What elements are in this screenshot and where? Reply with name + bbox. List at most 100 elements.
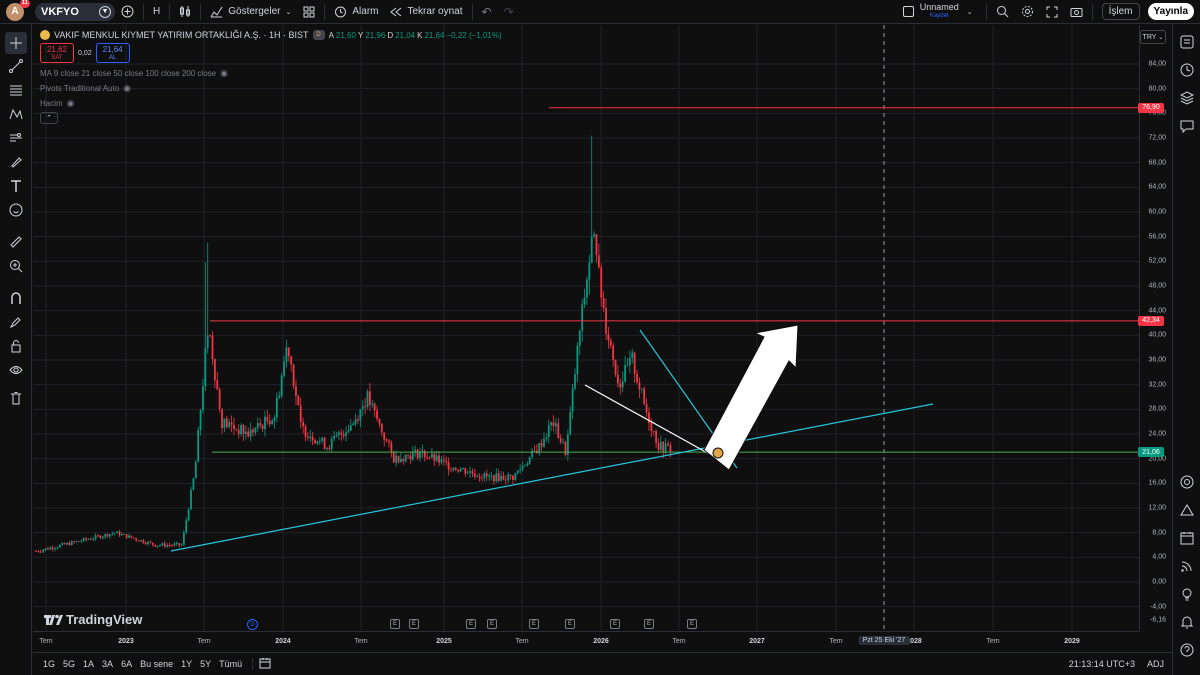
crosshair-tool[interactable] (5, 32, 27, 54)
indicator-ma[interactable]: MA 9 close 21 close 50 close 100 close 2… (40, 68, 502, 78)
snapshot-button[interactable] (1064, 0, 1089, 24)
eye-off-icon[interactable]: ◉ (123, 83, 131, 94)
eye-off-icon[interactable]: ◉ (67, 98, 75, 109)
earnings-event-marker[interactable]: E (644, 619, 654, 629)
keep-drawing-tool[interactable] (8, 314, 24, 330)
symbol-description: VAKIF MENKUL KIYMET YATIRIM ORTAKLIĞI A.… (54, 30, 309, 40)
settings-button[interactable] (1015, 0, 1040, 24)
publish-button[interactable]: Yayınla (1147, 3, 1194, 20)
earnings-event-marker[interactable]: E (529, 619, 539, 629)
candle-body (388, 440, 390, 443)
adjust-toggle[interactable]: ADJ (1147, 659, 1164, 669)
range-5y[interactable]: 5Y (196, 659, 215, 669)
tradingview-logo[interactable]: TradingView (43, 612, 142, 627)
range-5d[interactable]: 5G (59, 659, 79, 669)
time-axis[interactable]: Tem 2023 Tem 2024 Tem 2025 Tem 2026 Tem 2027 Tem 20… (33, 631, 1139, 651)
hotlist-button[interactable] (1179, 474, 1195, 490)
replay-button[interactable]: Tekrar oynat (384, 0, 468, 24)
widget-bar (1172, 24, 1200, 675)
price-axis[interactable]: 84,00 80,00 76,00 72,00 68,00 64,00 60,00 56,00… (1138, 25, 1172, 631)
indicators-button[interactable]: Göstergeler ⌄ (204, 0, 297, 24)
magnet-tool[interactable] (8, 290, 24, 306)
quick-search-button[interactable] (990, 0, 1015, 24)
text-tool[interactable] (8, 178, 24, 194)
candle-body (411, 452, 414, 460)
range-ytd[interactable]: Bu sene (136, 659, 177, 669)
sell-button[interactable]: 21,62 SAT (40, 43, 74, 63)
forecast-tool[interactable] (8, 130, 24, 146)
pine-editor-button[interactable] (1179, 586, 1195, 602)
notifications-button[interactable] (1179, 614, 1195, 630)
zoom-tool[interactable] (8, 258, 24, 274)
trendline-tool[interactable] (8, 58, 24, 74)
redo-button[interactable]: ↷ (498, 0, 520, 24)
date-range-button[interactable] (259, 657, 271, 672)
news-button[interactable] (1179, 558, 1195, 574)
fib-tool[interactable] (8, 82, 24, 98)
earnings-event-marker[interactable]: E (565, 619, 575, 629)
indicator-pivots[interactable]: Pivots Traditional Auto ◉ (40, 83, 502, 93)
object-tree-button[interactable] (1179, 90, 1195, 106)
dividend-badge[interactable]: D (312, 30, 325, 40)
undo-icon: ↶ (481, 4, 492, 19)
alarm-button[interactable]: Alarm (328, 0, 384, 24)
divider (471, 3, 473, 20)
layout-toggle[interactable] (897, 0, 920, 24)
user-avatar[interactable]: A 11 (6, 0, 30, 21)
icon-tool[interactable] (8, 202, 24, 218)
range-1y[interactable]: 1Y (177, 659, 196, 669)
earnings-event-marker[interactable]: E (466, 619, 476, 629)
range-6m[interactable]: 6A (117, 659, 136, 669)
earnings-event-marker[interactable]: E (487, 619, 497, 629)
compare-button[interactable] (115, 0, 140, 24)
lock-tool[interactable] (8, 338, 24, 354)
earnings-event-marker[interactable]: E (610, 619, 620, 629)
candle-body (178, 543, 180, 546)
candle-body (504, 479, 507, 481)
range-1m[interactable]: 1A (79, 659, 98, 669)
price-level-badge[interactable]: 76,90 (1138, 102, 1164, 113)
price-level-badge[interactable]: 42,34 (1138, 315, 1164, 326)
price-tick-label: 72,00 (1148, 134, 1166, 142)
interval-button[interactable]: H (147, 0, 166, 24)
chart-type-button[interactable] (173, 0, 197, 24)
eye-off-icon[interactable]: ◉ (220, 68, 228, 79)
range-1d[interactable]: 1G (39, 659, 59, 669)
collapse-legend-button[interactable]: ⌃ (40, 112, 58, 124)
pattern-tool[interactable] (8, 106, 24, 122)
range-3m[interactable]: 3A (98, 659, 117, 669)
chat-button[interactable] (1179, 118, 1195, 134)
clock-readout[interactable]: 21:13:14 UTC+3 (1069, 659, 1135, 669)
watchlist-button[interactable] (1179, 34, 1195, 50)
currency-button[interactable]: TRY ⌄ (1140, 30, 1166, 44)
brush-tool[interactable] (8, 154, 24, 170)
indicator-volume[interactable]: Hacim ◉ (40, 98, 502, 108)
close-value: 21,64 (424, 30, 445, 40)
chevron-down-icon[interactable]: ⌄ (967, 8, 973, 16)
earnings-event-marker[interactable]: E (409, 619, 419, 629)
buy-button[interactable]: 21,64 AL (95, 43, 130, 63)
range-all[interactable]: Tümü (215, 659, 246, 669)
measure-tool[interactable] (8, 234, 24, 250)
price-level-badge[interactable]: 21,06 (1138, 447, 1164, 458)
help-icon (1180, 643, 1194, 657)
earnings-event-marker[interactable]: E (390, 619, 400, 629)
help-button[interactable] (1179, 642, 1195, 658)
symbol-search[interactable]: VKFYO ▼ (35, 2, 115, 21)
undo-button[interactable]: ↶ (476, 0, 498, 24)
layout-name[interactable]: Unnamed Kaydet (920, 2, 959, 21)
remove-tool[interactable] (8, 390, 24, 406)
alerts-button[interactable] (1179, 62, 1195, 78)
time-tick-label: 2023 (118, 638, 134, 645)
fullscreen-button[interactable] (1040, 0, 1064, 24)
earnings-event-marker[interactable]: E (687, 619, 697, 629)
calendar-button[interactable] (1179, 530, 1195, 546)
symbol-shield-icon[interactable]: ▼ (99, 5, 111, 18)
dividend-event-marker[interactable]: D (247, 619, 258, 630)
hide-tool[interactable] (8, 362, 24, 378)
candle-body (354, 419, 357, 424)
templates-button[interactable] (297, 0, 321, 24)
trade-button[interactable]: İşlem (1101, 3, 1140, 20)
time-tick-label: Tem (986, 638, 1000, 645)
ideas-button[interactable] (1179, 502, 1195, 518)
